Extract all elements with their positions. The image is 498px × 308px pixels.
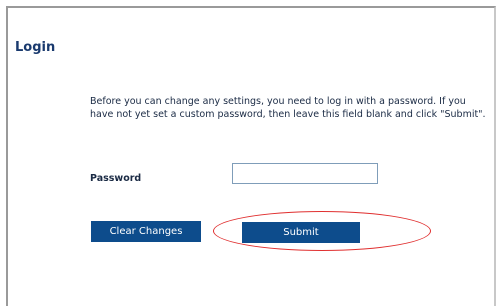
content-frame bbox=[6, 6, 496, 306]
clear-changes-button[interactable]: Clear Changes bbox=[91, 221, 201, 242]
page-title: Login bbox=[15, 40, 56, 55]
submit-button[interactable]: Submit bbox=[242, 222, 360, 243]
password-input[interactable] bbox=[232, 163, 378, 184]
login-instructions: Before you can change any settings, you … bbox=[90, 96, 486, 120]
password-label: Password bbox=[90, 173, 142, 184]
